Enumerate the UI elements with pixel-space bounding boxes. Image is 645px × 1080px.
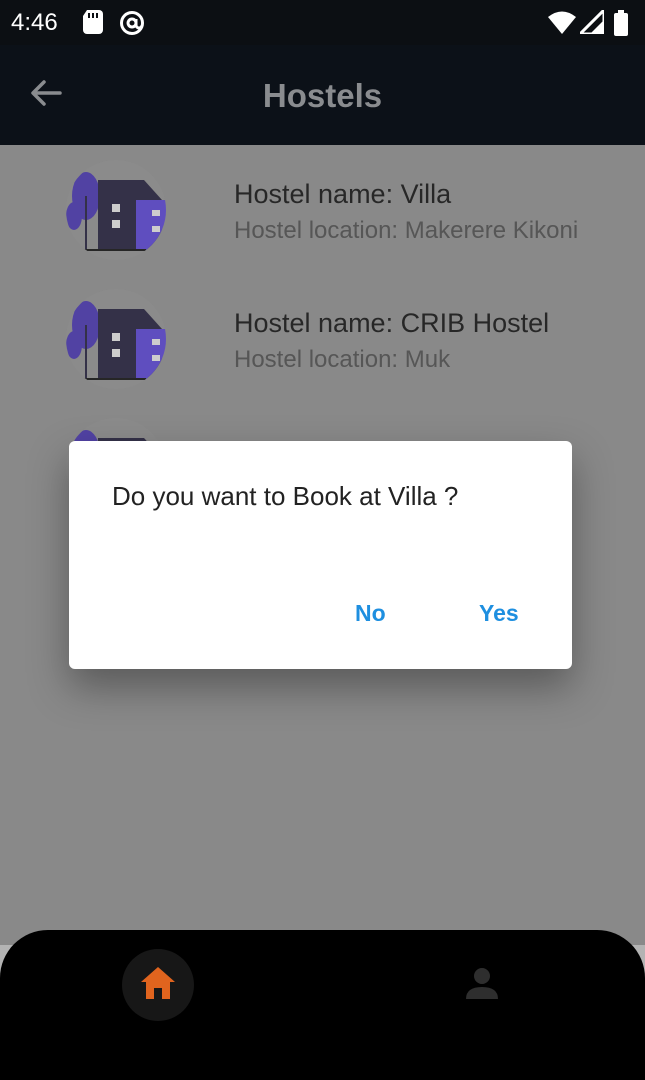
booking-dialog: Do you want to Book at Villa ? No Yes (69, 441, 572, 669)
no-button[interactable]: No (355, 593, 386, 633)
nav-profile-button[interactable] (452, 960, 512, 1010)
battery-icon (614, 10, 628, 41)
sd-card-icon (83, 10, 103, 39)
status-time: 4:46 (11, 9, 58, 36)
nav-home-button[interactable] (122, 949, 194, 1021)
wifi-icon (548, 10, 576, 39)
app-bar: Hostels (0, 45, 645, 145)
at-sign-icon (119, 10, 145, 41)
yes-button[interactable]: Yes (479, 593, 519, 633)
signal-icon (576, 6, 606, 39)
person-icon (465, 966, 499, 1005)
status-bar: 4:46 (0, 0, 645, 45)
page-title: Hostels (262, 77, 383, 114)
bottom-nav (0, 930, 645, 1080)
dialog-message: Do you want to Book at Villa ? (112, 481, 459, 511)
home-icon (140, 966, 176, 1005)
